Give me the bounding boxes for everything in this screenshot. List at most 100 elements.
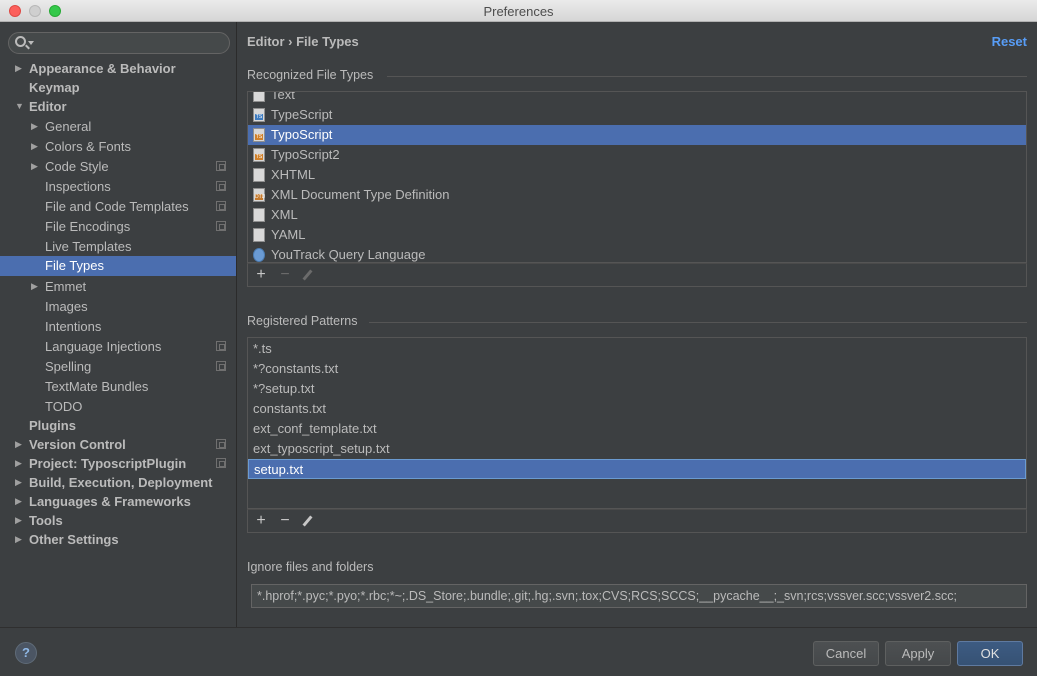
pattern-row[interactable]: *?setup.txt	[248, 379, 1026, 399]
sidebar-item-colors-fonts[interactable]: ▶ Colors & Fonts	[0, 137, 236, 156]
pattern-row[interactable]: *.ts	[248, 339, 1026, 359]
pattern-row[interactable]: setup.txt	[248, 459, 1026, 479]
cancel-button[interactable]: Cancel	[813, 641, 879, 666]
xhtml-file-icon	[253, 168, 265, 182]
file-type-badge: TS	[255, 134, 263, 140]
sidebar-item-editor[interactable]: ▼ Editor	[0, 97, 236, 116]
sidebar-item-label: Keymap	[29, 80, 80, 95]
sidebar-item-file-types[interactable]: File Types	[0, 256, 236, 276]
settings-search-input[interactable]	[8, 32, 230, 54]
add-file-type-button[interactable]: +	[252, 266, 270, 284]
title-bar: Preferences	[0, 0, 1037, 22]
pattern-label: *?constants.txt	[253, 361, 339, 376]
patterns-toolbar: + −	[247, 509, 1027, 533]
pattern-row[interactable]: *?constants.txt	[248, 359, 1026, 379]
registered-patterns-title: Registered Patterns	[247, 314, 358, 328]
ignore-files-input[interactable]: *.hprof;*.pyc;*.pyo;*.rbc;*~;.DS_Store;.…	[251, 584, 1027, 608]
edit-file-type-button[interactable]	[302, 266, 320, 284]
dialog-button-bar: ? Cancel Apply OK	[0, 627, 1037, 676]
sidebar-item-label: Language Injections	[45, 339, 162, 354]
edit-pattern-button[interactable]	[302, 512, 320, 530]
add-pattern-button[interactable]: +	[252, 512, 270, 530]
sidebar-item-label: File Encodings	[45, 219, 131, 234]
sidebar-item-languages-frameworks[interactable]: ▶ Languages & Frameworks	[0, 492, 236, 511]
sidebar-item-file-and-code-templates[interactable]: File and Code Templates	[0, 197, 236, 216]
sidebar-item-label: General	[45, 119, 92, 134]
file-type-row[interactable]: XML	[248, 205, 1026, 225]
chevron-right-icon[interactable]: ▶	[31, 277, 41, 296]
apply-button[interactable]: Apply	[885, 641, 951, 666]
ok-button[interactable]: OK	[957, 641, 1023, 666]
file-type-label: TypeScript	[271, 107, 333, 122]
pencil-icon	[302, 269, 313, 281]
file-type-label: XML Document Type Definition	[271, 187, 450, 202]
chevron-right-icon[interactable]: ▶	[31, 157, 41, 176]
pattern-row[interactable]: ext_typoscript_setup.txt	[248, 439, 1026, 459]
sidebar-item-label: Editor	[29, 99, 67, 114]
file-type-row[interactable]: TS TypoScript	[248, 125, 1026, 145]
sidebar-item-appearance-behavior[interactable]: ▶ Appearance & Behavior	[0, 59, 236, 78]
sidebar-item-label: Code Style	[45, 159, 109, 174]
pattern-label: ext_conf_template.txt	[253, 421, 377, 436]
xml-file-icon	[253, 208, 265, 222]
chevron-right-icon[interactable]: ▶	[15, 454, 25, 473]
sidebar-item-keymap[interactable]: Keymap	[0, 78, 236, 97]
sidebar-item-language-injections[interactable]: Language Injections	[0, 337, 236, 356]
sidebar-item-intentions[interactable]: Intentions	[0, 317, 236, 336]
chevron-right-icon[interactable]: ▶	[15, 511, 25, 530]
sidebar-item-label: Tools	[29, 513, 63, 528]
typoscript-file-icon: TS	[253, 128, 265, 142]
pattern-label: *?setup.txt	[253, 381, 315, 396]
file-type-row[interactable]: TS TypoScript2	[248, 145, 1026, 165]
sidebar-item-label: Other Settings	[29, 532, 119, 547]
typoscript2-file-icon: TS	[253, 148, 265, 162]
pattern-row[interactable]: constants.txt	[248, 399, 1026, 419]
remove-file-type-button[interactable]: −	[276, 266, 294, 284]
sidebar-item-other-settings[interactable]: ▶ Other Settings	[0, 530, 236, 549]
file-type-label: TypoScript2	[271, 147, 340, 162]
chevron-right-icon[interactable]: ▶	[15, 492, 25, 511]
file-type-row[interactable]: YAML	[248, 225, 1026, 245]
file-type-row[interactable]: Text	[248, 92, 1026, 105]
file-type-row[interactable]: DTD XML Document Type Definition	[248, 185, 1026, 205]
sidebar-item-code-style[interactable]: ▶ Code Style	[0, 157, 236, 176]
ignore-files-title: Ignore files and folders	[247, 560, 374, 574]
project-level-icon	[216, 361, 226, 371]
chevron-right-icon[interactable]: ▶	[15, 473, 25, 492]
sidebar-item-live-templates[interactable]: Live Templates	[0, 237, 236, 256]
file-type-row[interactable]: XHTML	[248, 165, 1026, 185]
file-type-badge: TS	[255, 114, 263, 120]
reset-link[interactable]: Reset	[992, 34, 1027, 49]
chevron-right-icon[interactable]: ▶	[15, 59, 25, 78]
sidebar-item-label: Project: TyposcriptPlugin	[29, 456, 187, 471]
sidebar-item-textmate-bundles[interactable]: TextMate Bundles	[0, 377, 236, 396]
project-level-icon	[216, 201, 226, 211]
settings-sidebar: ▶ Appearance & Behavior Keymap ▼ Editor ▶ Gene…	[0, 22, 237, 627]
typescript-file-icon: TS	[253, 108, 265, 122]
sidebar-item-file-encodings[interactable]: File Encodings	[0, 217, 236, 236]
file-type-row[interactable]: YouTrack Query Language	[248, 245, 1026, 262]
help-button[interactable]: ?	[15, 642, 37, 664]
sidebar-item-images[interactable]: Images	[0, 297, 236, 316]
sidebar-item-todo[interactable]: TODO	[0, 397, 236, 416]
chevron-down-icon[interactable]: ▼	[15, 97, 25, 116]
remove-pattern-button[interactable]: −	[276, 512, 294, 530]
sidebar-item-project-typoscriptplugin[interactable]: ▶ Project: TyposcriptPlugin	[0, 454, 236, 473]
chevron-right-icon[interactable]: ▶	[15, 530, 25, 549]
sidebar-item-version-control[interactable]: ▶ Version Control	[0, 435, 236, 454]
recognized-file-types-list[interactable]: Text TS TypeScript TS TypoScript TS TypoScript…	[247, 91, 1027, 263]
sidebar-item-inspections[interactable]: Inspections	[0, 177, 236, 196]
chevron-right-icon[interactable]: ▶	[31, 117, 41, 136]
file-type-row[interactable]: TS TypeScript	[248, 105, 1026, 125]
sidebar-item-build-execution-deployment[interactable]: ▶ Build, Execution, Deployment	[0, 473, 236, 492]
sidebar-item-tools[interactable]: ▶ Tools	[0, 511, 236, 530]
chevron-right-icon[interactable]: ▶	[31, 137, 41, 156]
sidebar-item-spelling[interactable]: Spelling	[0, 357, 236, 376]
registered-patterns-list[interactable]: *.ts *?constants.txt *?setup.txt constants.…	[247, 337, 1027, 509]
sidebar-item-emmet[interactable]: ▶ Emmet	[0, 277, 236, 296]
sidebar-item-plugins[interactable]: Plugins	[0, 416, 236, 435]
chevron-right-icon[interactable]: ▶	[15, 435, 25, 454]
sidebar-item-general[interactable]: ▶ General	[0, 117, 236, 136]
pattern-label: constants.txt	[253, 401, 326, 416]
pattern-row[interactable]: ext_conf_template.txt	[248, 419, 1026, 439]
